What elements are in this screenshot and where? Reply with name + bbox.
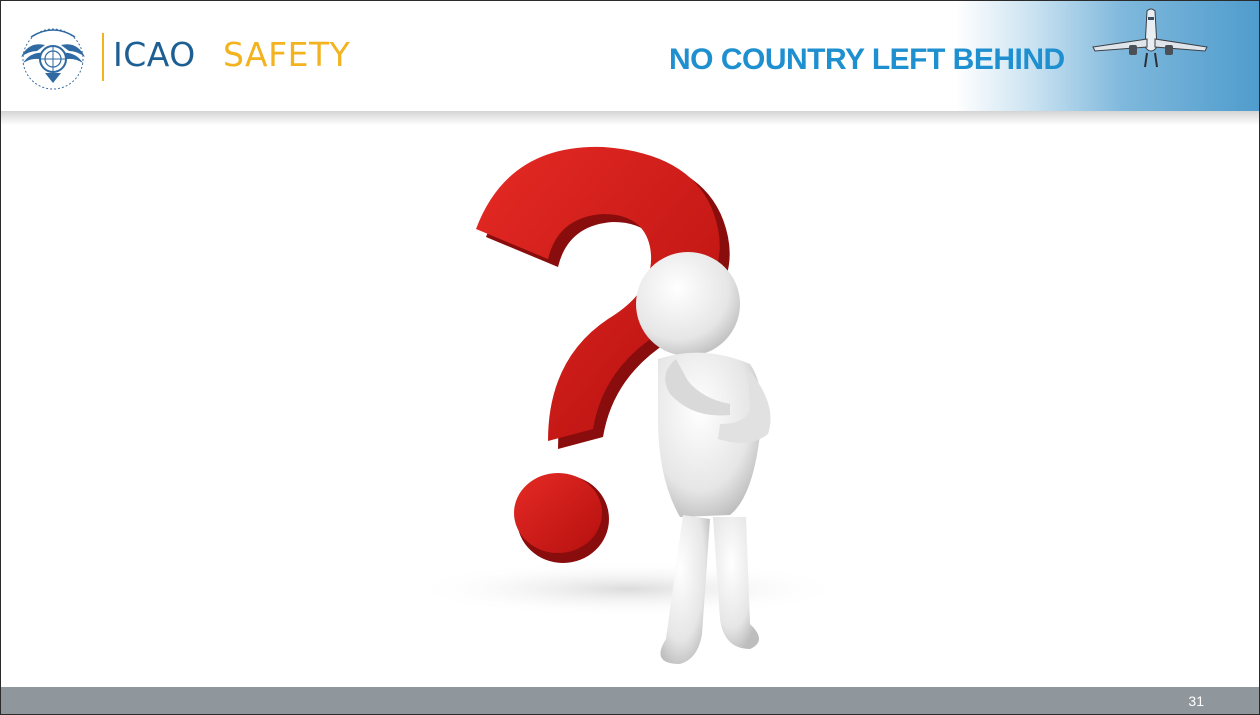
slide: ICAO SAFETY NO COUNTRY LEFT BEHIND 31 (0, 0, 1260, 715)
slide-footer: 31 (1, 687, 1259, 714)
org-name: ICAO (113, 35, 196, 74)
page-number: 31 (1188, 693, 1204, 709)
section-name: SAFETY (223, 35, 351, 74)
header-divider (102, 33, 104, 81)
question-mark-thinking-figure-icon (408, 146, 848, 664)
slide-header: ICAO SAFETY NO COUNTRY LEFT BEHIND (1, 1, 1259, 111)
airplane-icon (1092, 8, 1208, 68)
header-tagline: NO COUNTRY LEFT BEHIND (669, 43, 1065, 76)
un-emblem-icon (21, 28, 85, 90)
